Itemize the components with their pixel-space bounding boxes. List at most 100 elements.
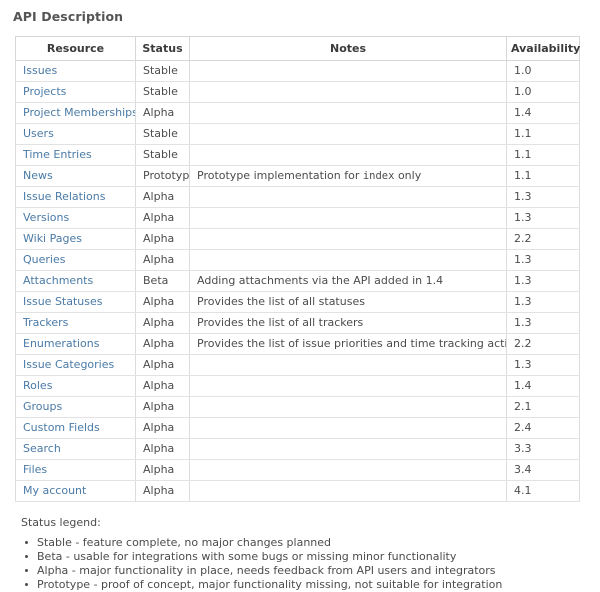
- cell-resource: Versions: [16, 208, 136, 229]
- status-legend: Status legend: Stable - feature complete…: [21, 516, 600, 592]
- cell-availability: 1.1: [507, 145, 580, 166]
- cell-status: Alpha: [136, 103, 190, 124]
- table-row: Custom Fields Alpha 2.4: [16, 418, 580, 439]
- table-row: Project MembershipsAlpha 1.4: [16, 103, 580, 124]
- table-row: Issue StatusesAlphaProvides the list of …: [16, 292, 580, 313]
- cell-availability: 1.1: [507, 124, 580, 145]
- cell-resource: Issue Statuses: [16, 292, 136, 313]
- resource-link[interactable]: Wiki Pages: [23, 232, 82, 245]
- cell-notes: [190, 124, 507, 145]
- cell-notes: [190, 250, 507, 271]
- cell-notes: [190, 397, 507, 418]
- legend-item: Prototype - proof of concept, major func…: [21, 578, 600, 592]
- resource-link[interactable]: Issue Categories: [23, 358, 114, 371]
- resource-link[interactable]: Issue Statuses: [23, 295, 103, 308]
- cell-resource: Issue Categories: [16, 355, 136, 376]
- cell-notes: [190, 460, 507, 481]
- cell-status: Alpha: [136, 208, 190, 229]
- resource-link[interactable]: Search: [23, 442, 61, 455]
- cell-notes: [190, 229, 507, 250]
- column-header-notes: Notes: [190, 37, 507, 61]
- column-header-availability: Availability: [507, 37, 580, 61]
- table-row: Groups Alpha 2.1: [16, 397, 580, 418]
- resource-link[interactable]: Projects: [23, 85, 66, 98]
- cell-status: Alpha: [136, 229, 190, 250]
- resource-link[interactable]: My account: [23, 484, 86, 497]
- cell-resource: Queries: [16, 250, 136, 271]
- table-header-row: Resource Status Notes Availability: [16, 37, 580, 61]
- cell-status: Stable: [136, 124, 190, 145]
- cell-resource: Issues: [16, 61, 136, 82]
- resource-link[interactable]: Users: [23, 127, 54, 140]
- resource-link[interactable]: Queries: [23, 253, 65, 266]
- cell-resource: Projects: [16, 82, 136, 103]
- table-row: Search Alpha 3.3: [16, 439, 580, 460]
- cell-status: Alpha: [136, 397, 190, 418]
- resource-link[interactable]: Custom Fields: [23, 421, 100, 434]
- table-row: Wiki PagesAlpha2.2: [16, 229, 580, 250]
- table-row: QueriesAlpha1.3: [16, 250, 580, 271]
- cell-notes: [190, 82, 507, 103]
- resource-link[interactable]: Enumerations: [23, 337, 99, 350]
- resource-link[interactable]: Time Entries: [23, 148, 92, 161]
- resource-link[interactable]: News: [23, 169, 53, 182]
- table-row: IssuesStable1.0: [16, 61, 580, 82]
- cell-status: Stable: [136, 82, 190, 103]
- cell-resource: Search: [16, 439, 136, 460]
- cell-availability: 1.0: [507, 61, 580, 82]
- cell-resource: My account: [16, 481, 136, 502]
- notes-code: index: [363, 170, 395, 182]
- cell-availability: 1.3: [507, 313, 580, 334]
- cell-status: Alpha: [136, 418, 190, 439]
- api-description-page: API Description Resource Status Notes Av…: [0, 0, 600, 544]
- cell-availability: 2.1: [507, 397, 580, 418]
- resource-link[interactable]: Attachments: [23, 274, 93, 287]
- cell-notes: [190, 103, 507, 124]
- cell-notes: [190, 61, 507, 82]
- cell-availability: 1.3: [507, 271, 580, 292]
- cell-status: Alpha: [136, 250, 190, 271]
- table-row: Users Stable 1.1: [16, 124, 580, 145]
- table-row: Issue RelationsAlpha1.3: [16, 187, 580, 208]
- cell-status: Alpha: [136, 355, 190, 376]
- cell-notes: [190, 208, 507, 229]
- cell-notes: [190, 439, 507, 460]
- table-row: Issue CategoriesAlpha1.3: [16, 355, 580, 376]
- legend-item: Stable - feature complete, no major chan…: [21, 536, 600, 550]
- table-header: Resource Status Notes Availability: [16, 37, 580, 61]
- cell-resource: News: [16, 166, 136, 187]
- cell-resource: Roles: [16, 376, 136, 397]
- table-row: EnumerationsAlphaProvides the list of is…: [16, 334, 580, 355]
- cell-resource: Files: [16, 460, 136, 481]
- table-body: IssuesStable1.0ProjectsStable1.0Project …: [16, 61, 580, 502]
- cell-notes: [190, 145, 507, 166]
- resource-link[interactable]: Files: [23, 463, 47, 476]
- cell-availability: 2.4: [507, 418, 580, 439]
- cell-availability: 3.3: [507, 439, 580, 460]
- cell-availability: 1.3: [507, 292, 580, 313]
- cell-notes: [190, 418, 507, 439]
- resource-link[interactable]: Issues: [23, 64, 57, 77]
- table-row: TrackersAlphaProvides the list of all tr…: [16, 313, 580, 334]
- cell-notes: [190, 355, 507, 376]
- cell-status: Alpha: [136, 460, 190, 481]
- resource-link[interactable]: Issue Relations: [23, 190, 105, 203]
- resource-link[interactable]: Trackers: [23, 316, 68, 329]
- cell-status: Alpha: [136, 334, 190, 355]
- cell-status: Alpha: [136, 439, 190, 460]
- resource-link[interactable]: Roles: [23, 379, 52, 392]
- cell-resource: Users: [16, 124, 136, 145]
- resource-link[interactable]: Project Memberships: [23, 106, 136, 119]
- cell-availability: 1.4: [507, 376, 580, 397]
- api-resources-table: Resource Status Notes Availability Issue…: [15, 36, 580, 502]
- cell-resource: Trackers: [16, 313, 136, 334]
- cell-availability: 4.1: [507, 481, 580, 502]
- column-header-resource: Resource: [16, 37, 136, 61]
- cell-availability: 1.4: [507, 103, 580, 124]
- resource-link[interactable]: Versions: [23, 211, 69, 224]
- cell-availability: 1.0: [507, 82, 580, 103]
- cell-availability: 2.2: [507, 334, 580, 355]
- cell-availability: 1.3: [507, 208, 580, 229]
- resource-link[interactable]: Groups: [23, 400, 62, 413]
- cell-status: Prototype: [136, 166, 190, 187]
